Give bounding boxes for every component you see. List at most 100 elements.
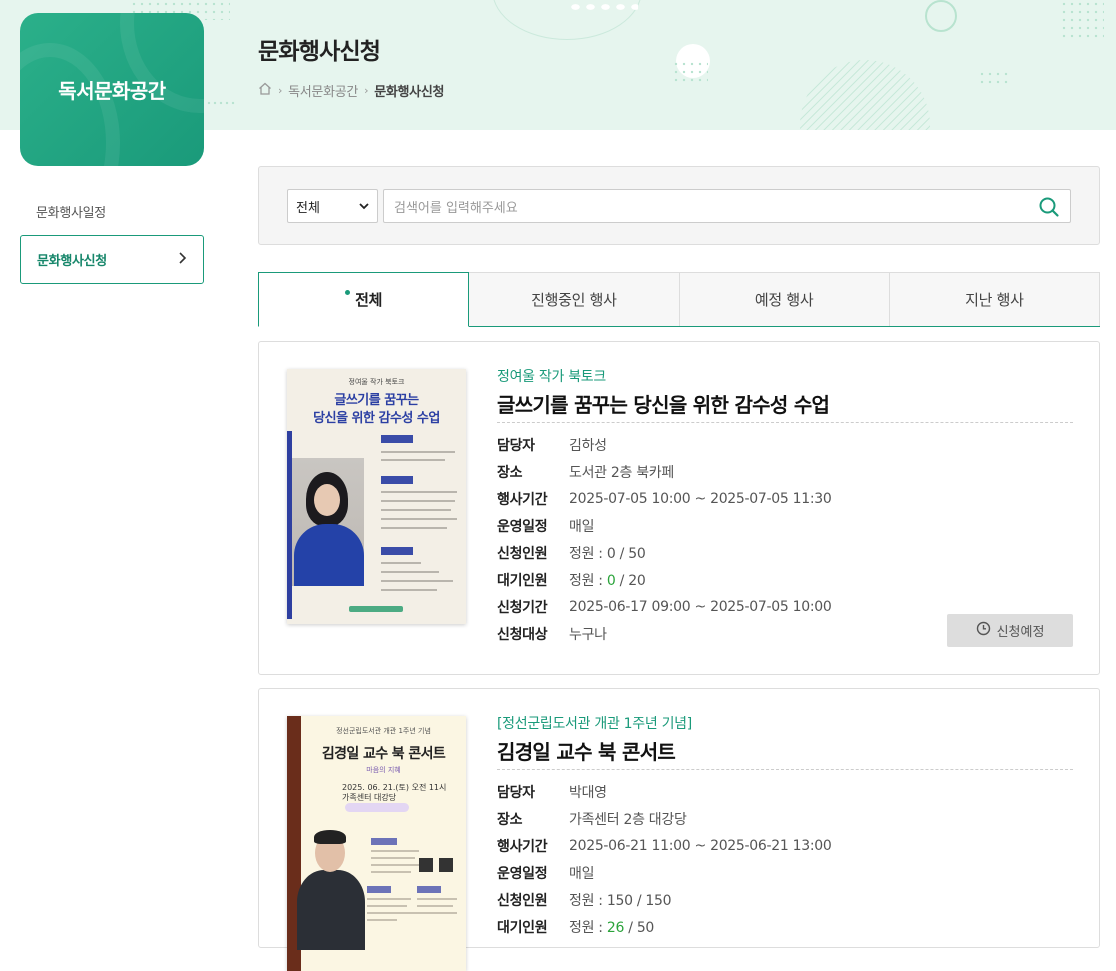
poster-tag: [381, 435, 413, 443]
search-icon[interactable]: [1038, 196, 1060, 218]
detail-row-applicants: 신청인원 정원 : 0 / 50: [497, 539, 1073, 566]
poster-tag: [417, 886, 441, 893]
applicants-current: 150: [606, 892, 633, 909]
tab-past[interactable]: 지난 행사: [888, 272, 1100, 326]
event-subtitle: [정선군립도서관 개관 1주년 기념]: [497, 716, 692, 732]
applicants-max: / 150: [632, 892, 672, 909]
active-dot: [345, 290, 351, 295]
detail-value: 정원 : 0 / 20: [569, 570, 646, 590]
detail-value: 김하성: [569, 437, 607, 454]
detail-value: 매일: [569, 865, 595, 882]
capacity-prefix: 정원 :: [569, 572, 607, 589]
search-placeholder: 검색어를 입력해주세요: [394, 200, 518, 216]
author-photo: [292, 458, 364, 586]
detail-label: 장소: [497, 464, 523, 481]
detail-label: 담당자: [497, 437, 535, 454]
sidebar-item-label: 문화행사신청: [37, 254, 107, 269]
photo-body: [297, 870, 365, 950]
sidebar-item-event-schedule[interactable]: 문화행사일정: [20, 202, 204, 221]
poster-title-line: 글쓰기를 꿈꾸는: [334, 393, 419, 408]
poster-text-line: [367, 912, 457, 914]
detail-row-place: 장소 도서관 2층 북카페: [497, 458, 1073, 485]
tab-all[interactable]: 전체: [258, 272, 470, 327]
detail-label: 대기인원: [497, 919, 548, 936]
detail-value: 2025-06-21 11:00 ~ 2025-06-21 13:00: [569, 837, 832, 854]
poster-text-line: [381, 509, 451, 511]
detail-row-schedule: 운영일정 매일: [497, 512, 1073, 539]
poster-title-line: 당신을 위한 감수성 수업: [313, 411, 440, 426]
detail-label: 운영일정: [497, 865, 548, 882]
select-value: 전체: [296, 200, 320, 216]
decorative-dots: [206, 100, 236, 106]
detail-value: 정원 : 26 / 50: [569, 917, 654, 937]
tab-ongoing[interactable]: 진행중인 행사: [468, 272, 680, 326]
apply-status-button[interactable]: 신청예정: [947, 614, 1073, 647]
speaker-photo: [297, 828, 365, 950]
poster-text-line: [417, 898, 457, 900]
poster-place: 가족센터 대강당: [342, 793, 397, 802]
chevron-down-icon: [359, 199, 369, 214]
detail-value: 누구나: [569, 626, 607, 643]
poster-text-line: [367, 898, 411, 900]
poster-tag: [381, 476, 413, 484]
search-input[interactable]: 검색어를 입력해주세요: [383, 189, 1071, 223]
poster-text-line: [371, 857, 415, 859]
detail-label: 신청대상: [497, 626, 548, 643]
decorative-circle: [800, 60, 930, 130]
breadcrumb-current: 문화행사신청: [374, 85, 445, 100]
decorative-dots: [568, 2, 638, 12]
event-title[interactable]: 글쓰기를 꿈꾸는 당신을 위한 감수성 수업: [497, 389, 1073, 423]
tab-upcoming[interactable]: 예정 행사: [678, 272, 890, 326]
decorative-circle: [925, 0, 957, 32]
poster-text-line: [417, 905, 453, 907]
poster-text-line: [371, 850, 419, 852]
breadcrumb-separator: ›: [278, 84, 283, 97]
clock-icon: [976, 621, 997, 640]
tab-label: 진행중인 행사: [531, 291, 617, 309]
detail-value: 박대영: [569, 784, 607, 801]
decorative-dots: [978, 70, 1008, 84]
decorative-dots: [672, 60, 708, 82]
event-poster-image[interactable]: 정선군립도서관 개관 1주년 기념 김경일 교수 북 콘서트 마음의 지혜 20…: [287, 716, 466, 971]
capacity-prefix: 정원 :: [569, 919, 607, 936]
event-card[interactable]: 정선군립도서관 개관 1주년 기념 김경일 교수 북 콘서트 마음의 지혜 20…: [258, 688, 1100, 971]
sidebar-item-event-apply[interactable]: 문화행사신청: [20, 235, 204, 284]
qr-code-icon: [419, 858, 433, 872]
home-icon[interactable]: [258, 82, 272, 99]
poster-tag: [371, 838, 397, 845]
waiting-max: / 20: [615, 572, 646, 589]
decorative-wave: [20, 43, 120, 166]
qr-code-icon: [439, 858, 453, 872]
detail-row-place: 장소 가족센터 2층 대강당: [497, 805, 1073, 832]
detail-value: 2025-06-17 09:00 ~ 2025-07-05 10:00: [569, 598, 832, 615]
photo-body: [294, 524, 364, 586]
detail-label: 운영일정: [497, 518, 548, 535]
event-title[interactable]: 김경일 교수 북 콘서트: [497, 736, 1073, 770]
event-poster-image[interactable]: 정여울 작가 북토크 글쓰기를 꿈꾸는 당신을 위한 감수성 수업: [287, 369, 466, 624]
poster-header: 정여울 작가 북토크: [348, 378, 405, 386]
poster-title: 김경일 교수 북 콘서트: [321, 746, 446, 762]
detail-value: 가족센터 2층 대강당: [569, 811, 687, 828]
detail-value: 도서관 2층 북카페: [569, 464, 674, 481]
poster-text-line: [381, 451, 455, 453]
photo-hair: [314, 830, 346, 844]
poster-text-line: [381, 500, 455, 502]
detail-label: 장소: [497, 811, 523, 828]
tab-label: 예정 행사: [754, 291, 814, 309]
tab-label: 지난 행사: [965, 291, 1024, 309]
poster-pill: [345, 803, 409, 812]
detail-label: 신청인원: [497, 892, 548, 909]
breadcrumb-item[interactable]: 독서문화공간: [288, 81, 358, 100]
event-info: 정여울 작가 북토크 글쓰기를 꿈꾸는 당신을 위한 감수성 수업 담당자 김하성…: [497, 366, 1073, 647]
chevron-right-icon: [177, 251, 187, 268]
detail-label: 행사기간: [497, 491, 548, 508]
detail-label: 담당자: [497, 784, 535, 801]
category-select[interactable]: 전체: [287, 189, 378, 223]
search-panel: 전체 검색어를 입력해주세요: [258, 166, 1100, 245]
detail-row-manager: 담당자 김하성: [497, 431, 1073, 458]
sidebar-logo: 독서문화공간: [20, 13, 204, 166]
event-card[interactable]: 정여울 작가 북토크 글쓰기를 꿈꾸는 당신을 위한 감수성 수업 정여울 작가…: [258, 341, 1100, 675]
photo-face: [314, 484, 340, 516]
capacity-prefix: 정원 :: [569, 545, 607, 562]
event-tabs: 전체 진행중인 행사 예정 행사 지난 행사: [258, 272, 1100, 327]
